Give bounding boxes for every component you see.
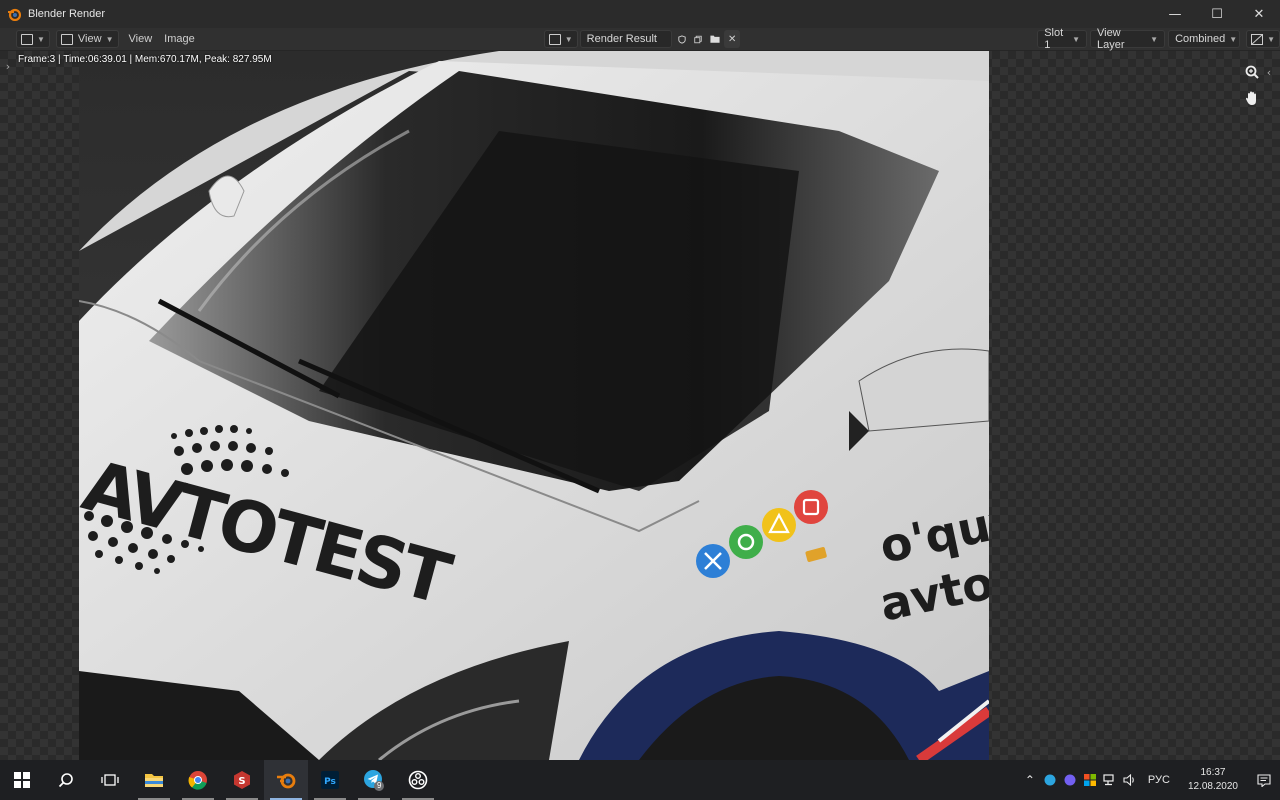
open-folder-icon[interactable] [706,30,724,48]
clock-time: 16:37 [1200,767,1226,778]
task-view-icon[interactable] [88,760,132,800]
language-indicator[interactable]: РУС [1140,774,1178,786]
telegram-icon[interactable]: 9 [352,760,396,800]
display-channels-button[interactable]: ▼ [1246,30,1280,48]
image-editor-icon [21,33,33,45]
hand-pan-icon[interactable] [1241,87,1263,109]
blender-logo-icon [0,7,28,21]
render-pass-dropdown[interactable]: Combined ▼ [1168,30,1241,48]
image-name-label: Render Result [586,33,657,45]
close-button[interactable]: ✕ [1238,0,1280,28]
taskbar: S Ps 9 ⌃ РУС 16:37 12.08.2020 [0,760,1280,800]
blender-taskbar-icon[interactable] [264,760,308,800]
image-viewport[interactable]: AVTOTEST o'quv avton Frame:3 | Time:06:3… [0,51,1280,760]
chevron-down-icon: ▼ [105,34,114,44]
tray-overflow-icon[interactable]: ⌃ [1020,773,1040,787]
chevron-down-icon: ▼ [1229,34,1238,44]
tray-app-icon[interactable] [1040,774,1060,786]
view-layer-label: View Layer [1096,27,1125,51]
tray-security-icon[interactable] [1080,774,1100,786]
image-icon [548,33,561,45]
image-editor-header: ▼ View ▼ View Image ▼ Render Result ✕ Slo… [0,27,1280,51]
chevron-down-icon: ▼ [37,34,45,44]
view-mode-label: View [77,33,102,45]
window-title: Blender Render [28,8,106,20]
display-channels-icon [1251,33,1264,45]
view-menu[interactable]: View [125,30,157,48]
render-pass-label: Combined [1175,33,1226,45]
notification-icon[interactable] [1248,773,1280,787]
chevron-down-icon: ▼ [1267,34,1275,44]
network-icon[interactable] [1100,774,1120,786]
render-result-image: AVTOTEST o'quv avton [79,51,989,760]
window-titlebar: Blender Render — ☐ ✕ [0,0,1280,28]
chevron-down-icon: ▼ [1150,34,1159,44]
view-layer-dropdown[interactable]: View Layer ▼ [1089,27,1166,51]
zoom-icon[interactable] [1241,61,1263,83]
view-mode-dropdown[interactable]: View ▼ [55,30,119,48]
system-tray: ⌃ РУС 16:37 12.08.2020 [1020,766,1280,794]
photoshop-icon[interactable]: Ps [308,760,352,800]
svg-text:S: S [238,776,245,787]
maximize-button[interactable]: ☐ [1196,0,1238,28]
fake-user-icon[interactable] [674,30,690,48]
obs-icon[interactable] [396,760,440,800]
file-explorer-icon[interactable] [132,760,176,800]
sidebar-toggle-icon[interactable]: ‹ [1262,61,1276,83]
toolbar-toggle-icon[interactable]: › [2,55,14,77]
chevron-down-icon: ▼ [564,34,573,44]
chrome-icon[interactable] [176,760,220,800]
image-name-field[interactable]: Render Result [579,30,673,48]
minimize-button[interactable]: — [1154,0,1196,28]
unlink-icon[interactable]: ✕ [724,30,741,48]
clock[interactable]: 16:37 12.08.2020 [1178,766,1248,794]
clock-date: 12.08.2020 [1187,781,1238,792]
render-stats-text: Frame:3 | Time:06:39.01 | Mem:670.17M, P… [18,54,272,65]
editor-type-button[interactable]: ▼ [16,30,50,48]
duplicate-icon[interactable] [690,30,706,48]
substance-painter-icon[interactable]: S [220,760,264,800]
telegram-badge: 9 [377,781,382,790]
image-browse-button[interactable]: ▼ [543,30,578,48]
search-icon[interactable] [44,760,88,800]
volume-icon[interactable] [1120,774,1140,786]
chevron-down-icon: ▼ [1072,34,1080,44]
start-button[interactable] [0,760,44,800]
slot-dropdown[interactable]: Slot 1 ▼ [1037,27,1087,51]
image-icon [60,33,73,45]
image-menu[interactable]: Image [160,30,199,48]
tray-viber-icon[interactable] [1060,774,1080,786]
slot-label: Slot 1 [1044,27,1064,51]
svg-text:Ps: Ps [324,777,336,787]
